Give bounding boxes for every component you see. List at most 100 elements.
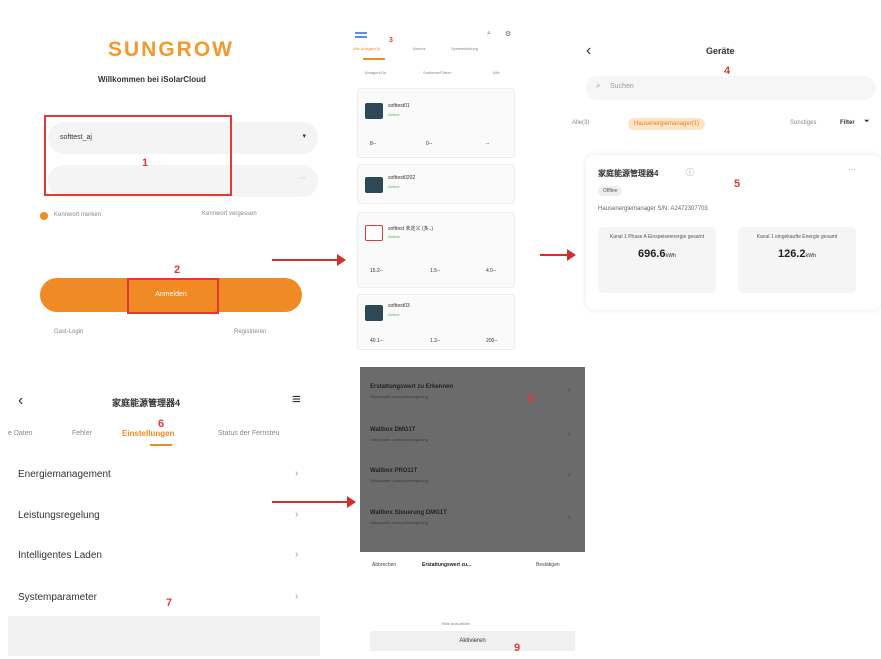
- metric-purchased: Kanal 1 eingekaufte Energie gesamt 126.2…: [738, 227, 856, 293]
- picker-option-sub: Gekoppelte Ladepunktsregelung: [370, 394, 428, 399]
- plant-value: 1.3--: [430, 338, 441, 344]
- remember-label: Kennwort merken: [54, 212, 102, 218]
- plant-thumbnail: [365, 103, 383, 119]
- device-card[interactable]: 家庭能源管理器4 ⓘ 5 ··· Offline Hausenergiemana…: [586, 155, 881, 310]
- picker-option-sub: Gekoppelte Ladepunktsregelung: [370, 520, 428, 525]
- tab-remote-status[interactable]: Status der Fernsteu: [218, 430, 279, 437]
- plant-value: 40.1--: [370, 338, 384, 344]
- settings-gear-icon[interactable]: ⚙: [505, 30, 511, 38]
- step-marker-2: 2: [174, 264, 181, 276]
- guest-login-link[interactable]: Gast-Login: [54, 329, 83, 335]
- page-title: 家庭能源管理器4: [112, 398, 181, 408]
- chevron-right-icon: ›: [568, 514, 571, 521]
- back-arrow-icon[interactable]: ‹: [586, 42, 591, 60]
- metric-label: Kanal 1 eingekaufte Energie gesamt: [756, 234, 838, 240]
- register-link[interactable]: Registrieren: [234, 329, 266, 335]
- flow-arrow-1: [272, 254, 346, 266]
- back-arrow-icon[interactable]: ‹: [18, 392, 23, 410]
- plant-status: Online: [388, 112, 400, 117]
- welcome-text: Willkommen bei iSolarCloud: [98, 75, 206, 84]
- tab-performance[interactable]: Systemleistung: [451, 46, 478, 51]
- chevron-right-icon: ›: [568, 472, 571, 479]
- plant-name: softtest 未定义 (多..): [388, 226, 434, 232]
- highlight-credentials: [44, 115, 232, 196]
- flow-arrow-3: [272, 496, 356, 508]
- metric-value: 126.2: [777, 248, 806, 260]
- step-marker-7: 7: [166, 597, 173, 609]
- picker-option-sub: Gekoppelte Ladepunktsregelung: [370, 437, 428, 442]
- plant-name: softtest0202: [388, 175, 416, 181]
- filter-other[interactable]: Sonstiges: [790, 120, 816, 126]
- settings-row-smart-charging[interactable]: Intelligentes Laden: [18, 550, 318, 561]
- picker-cancel[interactable]: Abbrechen: [372, 562, 396, 568]
- tab-all-plants[interactable]: Alle Anlagen(4): [353, 46, 380, 51]
- plant-value: 0--: [426, 141, 433, 147]
- forgot-password-link[interactable]: Kennwort vergessen: [202, 211, 257, 217]
- page-title: Geräte: [706, 46, 735, 56]
- settings-row-energy-management[interactable]: Energiemanagement: [18, 469, 318, 480]
- plant-card[interactable]: softtest01 Online 8-- 0-- --: [357, 88, 515, 158]
- plant-thumbnail: [365, 177, 383, 193]
- plant-card[interactable]: softtest0202 Online: [357, 164, 515, 204]
- login-screen: SUNGROW Willkommen bei iSolarCloud softt…: [18, 20, 318, 350]
- metric-label: Kanal 1 Phase A Einspeiseenergie gesamt: [609, 234, 705, 240]
- tab-alarms[interactable]: Alarme: [413, 46, 426, 51]
- plant-card[interactable]: softtest03 Online 40.1-- 1.3-- 200--: [357, 294, 515, 350]
- plant-thumbnail: [365, 305, 383, 321]
- plant-value: --: [486, 141, 490, 147]
- plant-value: 8--: [370, 141, 377, 147]
- step-marker-8: 8: [528, 393, 535, 405]
- step-marker-1: 1: [142, 157, 149, 169]
- plant-list-screen: ⌕ ⚙ Alle Anlagen(4) Alarme Systemleistun…: [353, 28, 523, 350]
- tab-settings[interactable]: Einstellungen: [122, 429, 174, 438]
- picker-option-sub: Gekoppelte Ladepunktsregelung: [370, 478, 428, 483]
- picker-option[interactable]: Wallbox Steuerung DMG1T: [370, 510, 570, 516]
- chevron-down-icon[interactable]: ▾: [302, 132, 306, 140]
- tab-data[interactable]: e Daten: [8, 430, 33, 437]
- picker-hint: Bitte auswählen: [442, 621, 471, 626]
- search-icon[interactable]: ⌕: [487, 30, 491, 38]
- info-icon[interactable]: ⓘ: [686, 167, 694, 178]
- filter-button[interactable]: Filter: [840, 120, 855, 126]
- list-icon[interactable]: [355, 32, 367, 38]
- filter-icon[interactable]: ⏷: [864, 118, 870, 126]
- activate-button[interactable]: Aktivieren: [370, 631, 575, 651]
- filter-chip-home-energy-manager[interactable]: Hausenergiemanager(1): [628, 118, 706, 130]
- step-marker-6: 6: [158, 418, 165, 430]
- plant-value: 4.0--: [486, 268, 497, 274]
- filter-sort[interactable]: Sortieren/Filtern: [423, 70, 451, 75]
- picker-screen: Erstattungswert zu Erkennen Gekoppelte L…: [360, 367, 585, 659]
- picker-option[interactable]: Erstattungswert zu Erkennen: [370, 384, 570, 390]
- plant-value: 200--: [486, 338, 498, 344]
- picker-option[interactable]: Wallbox DMG1T: [370, 427, 570, 433]
- settings-row-power-control[interactable]: Leistungsregelung: [18, 510, 318, 521]
- search-icon: ⌕: [596, 81, 601, 90]
- chevron-right-icon: ›: [295, 591, 299, 602]
- picker-option[interactable]: Wallbox PRO11T: [370, 468, 570, 474]
- chevron-right-icon: ›: [568, 431, 571, 438]
- filter-location[interactable]: Anlagen/Ort: [365, 70, 386, 75]
- filter-all-devices[interactable]: Alle(3): [572, 120, 589, 126]
- footer-area: [8, 616, 320, 656]
- active-tab-indicator: [150, 444, 172, 446]
- sungrow-logo: SUNGROW: [108, 38, 234, 61]
- more-options-icon[interactable]: ···: [848, 165, 856, 174]
- eye-icon[interactable]: ···: [299, 175, 306, 182]
- picker-selected[interactable]: Erstattungswert zu...: [422, 562, 471, 568]
- search-input[interactable]: ⌕ Suchen: [586, 76, 876, 100]
- chevron-right-icon: ›: [295, 468, 299, 479]
- step-marker-9: 9: [514, 642, 521, 654]
- settings-screen: ‹ 家庭能源管理器4 ≡ e Daten Fehler Einstellunge…: [0, 360, 330, 659]
- filter-all[interactable]: Alle: [493, 70, 500, 75]
- step-marker-3: 3: [389, 37, 393, 44]
- metric-value: 696.6: [637, 248, 666, 260]
- plant-name: softtest03: [388, 303, 410, 309]
- plant-status: Online: [388, 234, 400, 239]
- picker-confirm[interactable]: Bestätigen: [536, 562, 560, 568]
- tab-faults[interactable]: Fehler: [72, 430, 92, 437]
- remember-radio[interactable]: [40, 212, 48, 220]
- chevron-right-icon: ›: [568, 387, 571, 394]
- metric-unit: kWh: [805, 253, 817, 259]
- plant-card[interactable]: softtest 未定义 (多..) Online 15.2-- 1.5-- 4…: [357, 212, 515, 288]
- menu-icon[interactable]: ≡: [292, 391, 301, 408]
